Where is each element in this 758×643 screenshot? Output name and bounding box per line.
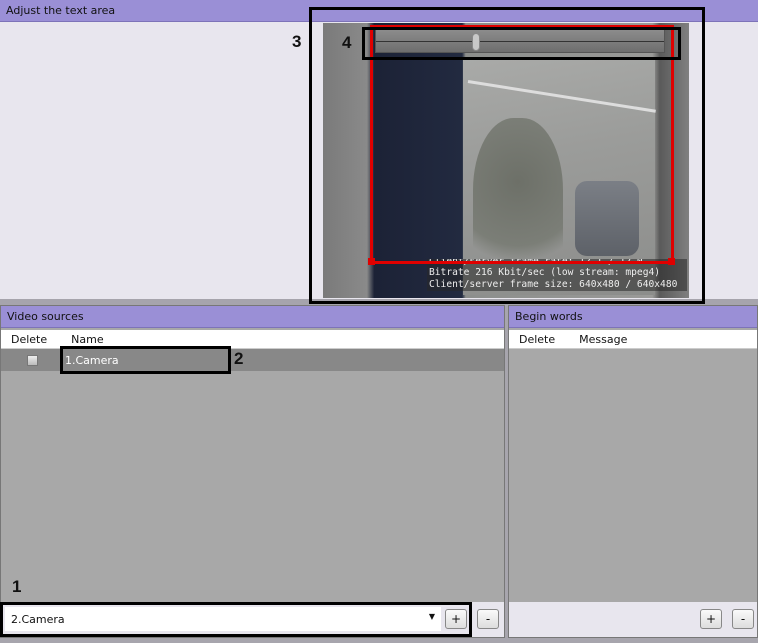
callout-label-3: 3	[292, 32, 302, 51]
callout-label-4: 4	[342, 33, 352, 52]
callout-box-4	[362, 27, 681, 60]
callout-box-2	[60, 346, 231, 374]
callout-box-1	[0, 602, 472, 637]
column-name[interactable]: Name	[47, 333, 103, 346]
column-delete[interactable]: Delete	[1, 333, 47, 346]
remove-camera-button[interactable]: -	[477, 609, 499, 629]
callout-label-2: 2	[234, 349, 244, 368]
callout-label-1: 1	[12, 577, 22, 596]
remove-word-button[interactable]: -	[732, 609, 754, 629]
begin-words-header: Begin words	[509, 306, 757, 328]
column-delete[interactable]: Delete	[509, 333, 555, 346]
video-sources-header: Video sources	[1, 306, 504, 328]
begin-words-panel: Begin words Delete Message + -	[508, 305, 758, 638]
delete-checkbox[interactable]	[27, 354, 38, 366]
begin-words-table-header: Delete Message	[509, 330, 757, 349]
column-message[interactable]: Message	[555, 333, 627, 346]
add-word-button[interactable]: +	[700, 609, 722, 629]
begin-words-toolbar: + -	[509, 602, 757, 637]
